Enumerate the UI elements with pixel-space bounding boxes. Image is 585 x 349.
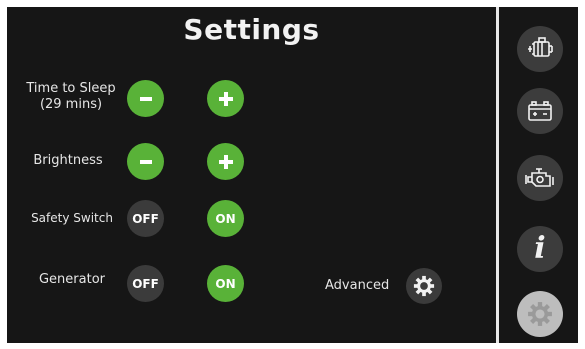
plus-icon: [218, 154, 233, 169]
safety-switch-on-button[interactable]: ON: [207, 200, 244, 237]
minus-icon: [139, 96, 152, 101]
generator-off-button[interactable]: OFF: [127, 265, 164, 302]
engine-icon: [525, 168, 554, 187]
settings-screen: Settings Time to Sleep (29 mins) Brightn…: [7, 7, 578, 343]
brightness-increase-button[interactable]: [207, 143, 244, 180]
generator-on-button[interactable]: ON: [207, 265, 244, 302]
sidebar-info-button[interactable]: i: [517, 226, 563, 272]
gear-icon: [413, 275, 435, 297]
battery-icon: [528, 101, 552, 121]
brightness-decrease-button[interactable]: [127, 143, 164, 180]
gear-icon: [528, 302, 552, 326]
time-to-sleep-title: Time to Sleep: [26, 81, 116, 96]
safety-switch-on-label: ON: [215, 211, 236, 226]
info-icon: i: [534, 231, 546, 266]
sidebar-battery-button[interactable]: [517, 88, 563, 134]
plus-icon: [218, 91, 233, 106]
time-to-sleep-value: (29 mins): [39, 97, 103, 112]
sidebar-engine-button[interactable]: [517, 155, 563, 201]
generator-label: Generator: [38, 272, 105, 287]
sleep-increase-button[interactable]: [207, 80, 244, 117]
generator-off-label: OFF: [132, 276, 159, 291]
safety-switch-off-button[interactable]: OFF: [127, 200, 164, 237]
page-title: Settings: [183, 13, 320, 46]
sidebar-motor-button[interactable]: [517, 26, 563, 72]
generator-on-label: ON: [215, 276, 236, 291]
safety-switch-label: Safety Switch: [31, 211, 113, 225]
minus-icon: [139, 159, 152, 164]
sidebar-settings-button[interactable]: [517, 291, 563, 337]
safety-switch-off-label: OFF: [132, 211, 159, 226]
time-to-sleep-label: Time to Sleep (29 mins): [21, 81, 121, 113]
sidebar-divider: [496, 7, 499, 343]
sleep-decrease-button[interactable]: [127, 80, 164, 117]
brightness-label: Brightness: [33, 153, 103, 168]
advanced-label: Advanced: [325, 278, 390, 293]
motor-icon: [528, 37, 553, 57]
advanced-button[interactable]: [406, 268, 442, 304]
